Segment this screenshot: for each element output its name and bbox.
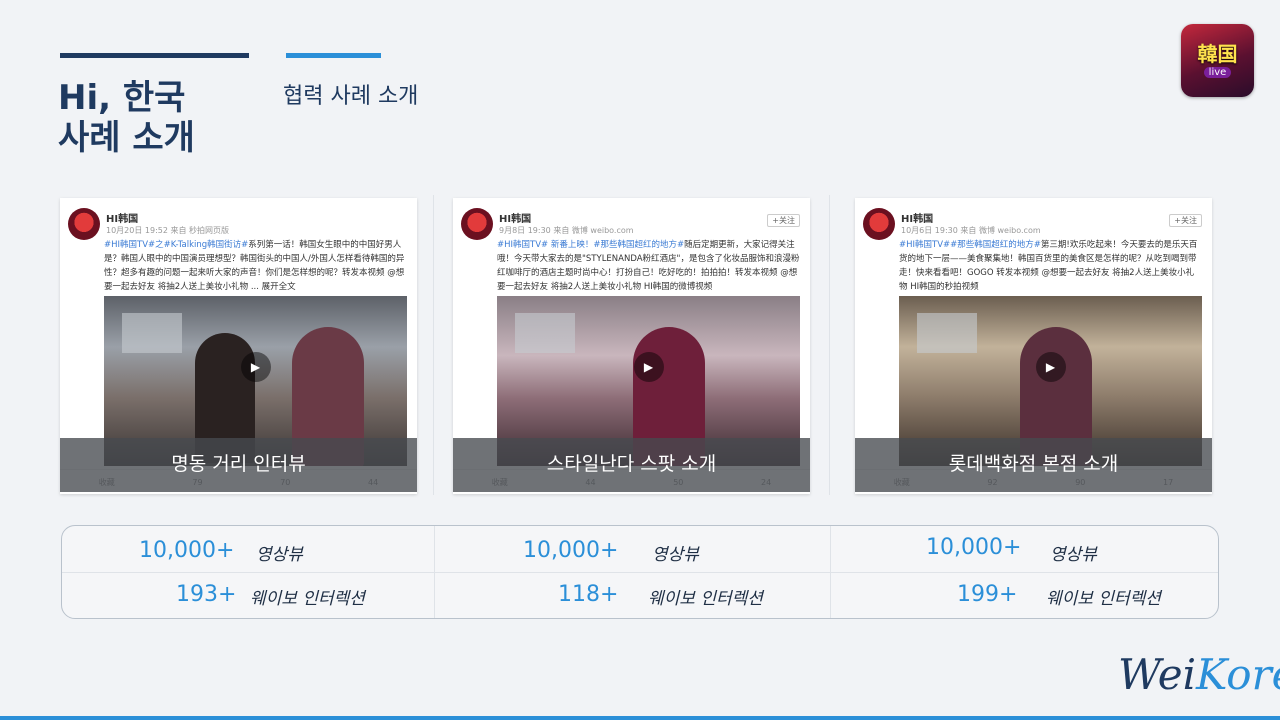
background-sign — [515, 313, 576, 353]
post-text: #HI韩国TV# 新番上映！#那些韩国超红的地方#随后定期更新，大家记得关注哦！… — [497, 238, 800, 294]
weibo-interaction-value: 193+ — [176, 582, 237, 607]
account-name[interactable]: HI韩国 — [901, 210, 933, 225]
post-text: #HI韩国TV##那些韩国超红的地方#第三期!欢乐吃起来！今天要去的是乐天百货的… — [899, 238, 1202, 294]
avatar[interactable] — [461, 208, 493, 240]
weibo-post-card[interactable]: HI韩国 10月6日 19:30 来自 微博 weibo.com +关注 #HI… — [855, 198, 1212, 494]
weikorea-logo: WeiKorea — [1118, 650, 1280, 700]
play-icon[interactable]: ▶ — [1035, 352, 1066, 383]
weibo-interaction-label: 웨이보 인터렉션 — [250, 589, 365, 609]
weibo-post-card[interactable]: HI韩国 9月8日 19:30 来自 微博 weibo.com +关注 #HI韩… — [453, 198, 810, 494]
background-sign — [122, 313, 183, 353]
stats-row-divider — [62, 572, 1218, 573]
video-views-label: 영상뷰 — [652, 545, 699, 565]
title-accent-bar-dark — [60, 53, 249, 58]
hi-korea-app-icon: 韓国 live — [1181, 24, 1254, 97]
app-icon-badge: live — [1203, 67, 1232, 78]
hashtag[interactable]: #HI韩国TV#之#K-Talking韩国街访# — [104, 240, 248, 250]
hashtag[interactable]: #HI韩国TV##那些韩国超红的地方# — [899, 240, 1041, 250]
title-line-1: Hi, 한국 — [58, 78, 186, 118]
subtitle-accent-bar — [286, 53, 381, 58]
follow-button[interactable]: +关注 — [767, 214, 800, 227]
follow-button[interactable]: +关注 — [1169, 214, 1202, 227]
weibo-post-card[interactable]: HI韩国 10月20日 19:52 来自 秒拍网页版 #HI韩国TV#之#K-T… — [60, 198, 417, 494]
play-icon[interactable]: ▶ — [633, 352, 664, 383]
weibo-interaction-value: 118+ — [558, 582, 619, 607]
video-views-label: 영상뷰 — [256, 545, 303, 565]
stats-column-divider — [830, 526, 831, 618]
column-divider — [433, 195, 434, 495]
video-views-value: 10,000+ — [926, 535, 1022, 560]
stats-panel: 10,000+ 영상뷰 193+ 웨이보 인터렉션 10,000+ 영상뷰 11… — [61, 525, 1219, 619]
background-sign — [917, 313, 978, 353]
logo-part-korea: Korea — [1196, 650, 1280, 699]
hashtag[interactable]: #HI韩国TV# 新番上映！#那些韩国超红的地方# — [497, 240, 684, 250]
title-line-2: 사례 소개 — [58, 118, 195, 158]
card-caption: 명동 거리 인터뷰 — [60, 438, 417, 492]
stats-column-divider — [434, 526, 435, 618]
app-icon-text: 韓国 — [1197, 42, 1238, 66]
video-views-label: 영상뷰 — [1050, 545, 1097, 565]
post-text: #HI韩国TV#之#K-Talking韩国街访#系列第一话！韩国女生眼中的中国好… — [104, 238, 407, 294]
post-meta: 9月8日 19:30 来自 微博 weibo.com — [499, 226, 634, 235]
weibo-interaction-label: 웨이보 인터렉션 — [648, 589, 763, 609]
logo-part-wei: Wei — [1118, 650, 1197, 699]
video-views-value: 10,000+ — [523, 538, 619, 563]
page-subtitle: 협력 사례 소개 — [283, 84, 419, 109]
card-caption: 롯데백화점 본점 소개 — [855, 438, 1212, 492]
weibo-interaction-value: 199+ — [957, 582, 1018, 607]
post-meta: 10月20日 19:52 来自 秒拍网页版 — [106, 226, 230, 235]
avatar[interactable] — [863, 208, 895, 240]
weibo-interaction-label: 웨이보 인터렉션 — [1046, 589, 1161, 609]
account-name[interactable]: HI韩国 — [499, 210, 531, 225]
column-divider — [829, 195, 830, 495]
account-name[interactable]: HI韩国 — [106, 210, 138, 225]
bottom-accent-line — [0, 716, 1280, 720]
page-title: Hi, 한국 사례 소개 — [58, 78, 195, 158]
card-caption: 스타일난다 스팟 소개 — [453, 438, 810, 492]
avatar[interactable] — [68, 208, 100, 240]
post-meta: 10月6日 19:30 来自 微博 weibo.com — [901, 226, 1041, 235]
video-views-value: 10,000+ — [139, 538, 235, 563]
play-icon[interactable]: ▶ — [240, 352, 271, 383]
